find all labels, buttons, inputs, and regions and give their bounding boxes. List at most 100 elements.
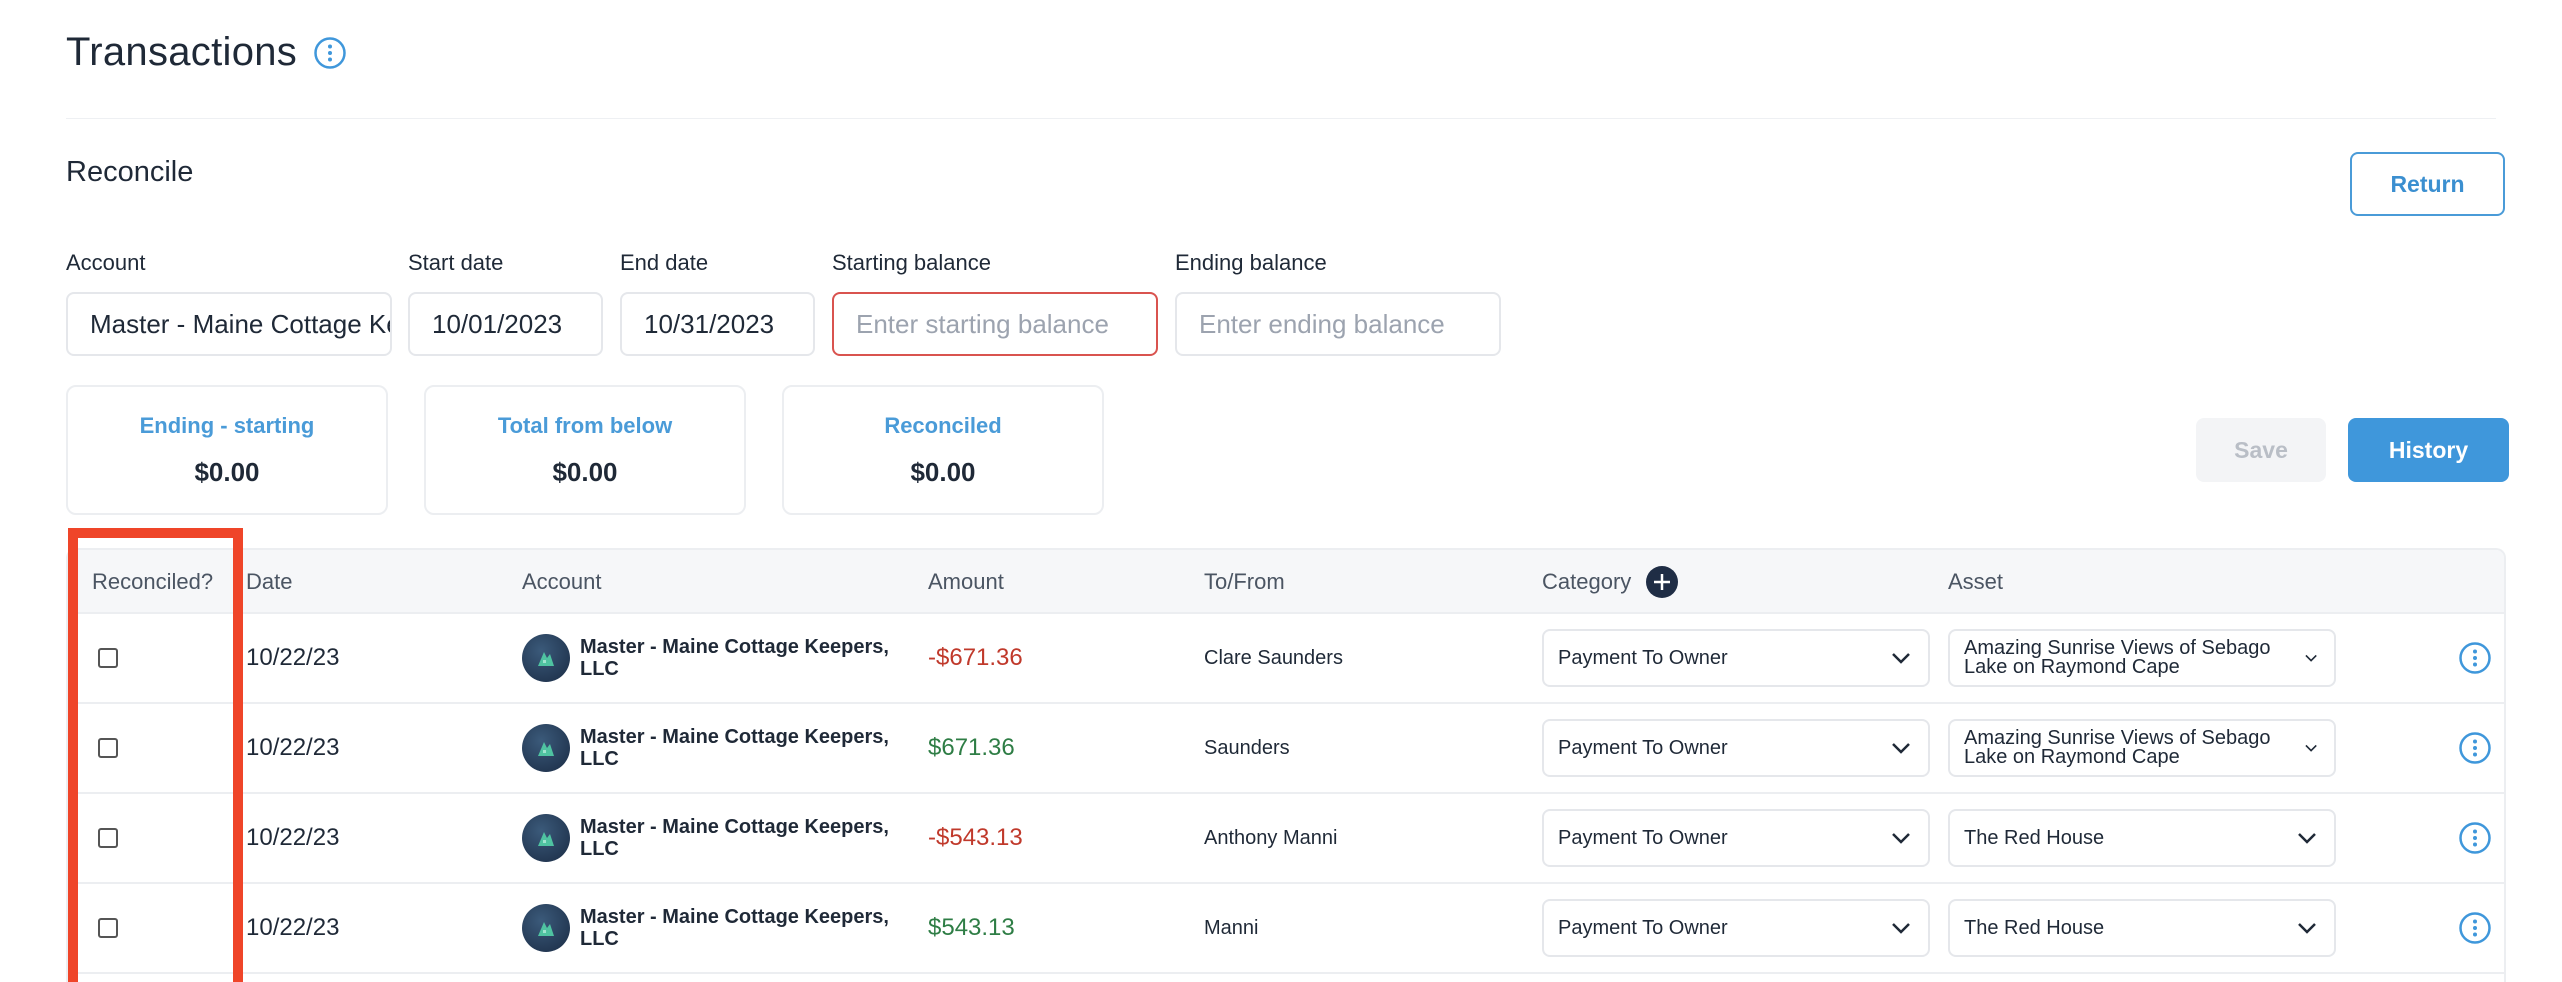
account-name: Master - Maine Cottage Keepers, LLC [580,636,889,680]
end-date-input[interactable]: 10/31/2023 [620,292,815,356]
amount-cell: $543.13 [928,914,1015,941]
reconciled-checkbox[interactable] [98,828,118,848]
starting-balance-input[interactable] [856,308,1134,340]
table-header: Reconciled? Date Account Amount To/From … [68,550,2504,614]
category-select[interactable]: Payment To Owner [1542,899,1930,957]
category-cell: Payment To Owner [1542,704,1930,792]
category-select[interactable]: Payment To Owner [1542,629,1930,687]
stat-label: Total from below [497,412,673,438]
reconciled-cell [98,884,118,972]
header-tofrom: To/From [1204,569,1285,594]
asset-select[interactable]: The Red House [1948,899,2336,957]
asset-cell: The Red House [1948,794,2336,882]
end-date-field: End date 10/31/2023 [620,250,815,356]
info-circle-icon[interactable] [313,36,347,70]
asset-cell: The Red House [1948,884,2336,972]
reconciled-checkbox[interactable] [98,918,118,938]
date-cell: 10/22/23 [246,914,340,941]
header-asset: Asset [1948,569,2004,594]
header-amount: Amount [928,569,1004,594]
stat-value: $0.00 [552,456,618,487]
row-menu-icon[interactable] [2458,704,2492,792]
end-date-value: 10/31/2023 [644,308,775,339]
header-reconciled: Reconciled? [92,569,214,594]
asset-value: Amazing Sunrise Views of Sebago Lake on … [1964,727,2271,768]
category-cell: Payment To Owner [1542,884,1930,972]
category-cell: Payment To Owner [1542,794,1930,882]
asset-value: The Red House [1964,826,2105,849]
transactions-table: Reconciled? Date Account Amount To/From … [66,548,2506,982]
chevron-down-icon [1892,833,1910,844]
reconciled-checkbox[interactable] [98,648,118,668]
category-cell: Payment To Owner [1542,614,1930,702]
row-menu-icon[interactable] [2458,794,2492,882]
date-cell: 10/22/23 [246,644,340,671]
tofrom-cell: Saunders [1204,736,1290,759]
section-title: Reconcile [66,156,194,188]
add-category-icon[interactable] [1645,565,1679,599]
reconciled-cell [98,704,118,792]
asset-select[interactable]: Amazing Sunrise Views of Sebago Lake on … [1948,719,2336,777]
chevron-down-icon [2305,744,2317,752]
row-menu-icon[interactable] [2458,614,2492,702]
return-button[interactable]: Return [2350,152,2505,216]
date-cell: 10/22/23 [246,824,340,851]
starting-balance-box [832,292,1158,356]
end-date-label: End date [620,250,709,275]
ending-balance-input[interactable] [1199,308,1477,340]
tofrom-cell: Manni [1204,916,1259,939]
tofrom-cell: Clare Saunders [1204,646,1343,669]
table-row: 10/22/23 Master - Maine Cottage Keepers,… [68,614,2504,704]
asset-value: Amazing Sunrise Views of Sebago Lake on … [1964,637,2271,678]
account-cell: Master - Maine Cottage Keepers, LLC [522,704,900,792]
category-select[interactable]: Payment To Owner [1542,719,1930,777]
stat-label: Ending - starting [139,412,315,438]
account-avatar-icon [522,724,570,772]
row-menu-icon[interactable] [2458,884,2492,972]
page-title: Transactions [66,30,298,74]
account-cell: Master - Maine Cottage Keepers, LLC [522,884,900,972]
chevron-down-icon [1892,923,1910,934]
stat-label: Reconciled [884,412,1002,438]
category-value: Payment To Owner [1558,736,1728,759]
category-value: Payment To Owner [1558,826,1728,849]
amount-cell: -$543.13 [928,824,1023,851]
start-date-value: 10/01/2023 [432,308,563,339]
asset-cell: Amazing Sunrise Views of Sebago Lake on … [1948,614,2336,702]
table-row: 10/22/23 Master - Maine Cottage Keepers,… [68,884,2504,974]
amount-cell: -$671.36 [928,644,1023,671]
header-category: Category [1542,569,1632,594]
category-select[interactable]: Payment To Owner [1542,809,1930,867]
history-button[interactable]: History [2348,418,2509,482]
save-button[interactable]: Save [2196,418,2326,482]
account-field: Account Master - Maine Cottage Keepers, … [66,250,392,356]
stat-card-reconciled: Reconciled $0.00 [782,385,1104,515]
ending-balance-field: Ending balance [1175,250,1501,356]
ending-balance-box [1175,292,1501,356]
reconciled-cell [98,614,118,702]
header-account: Account [522,569,602,594]
start-date-label: Start date [408,250,504,275]
reconciled-checkbox[interactable] [98,738,118,758]
start-date-field: Start date 10/01/2023 [408,250,603,356]
table-row: 10/22/23 Master - Maine Cottage Keepers,… [68,794,2504,884]
account-avatar-icon [522,904,570,952]
account-select[interactable]: Master - Maine Cottage Keepers, LLC [66,292,392,356]
account-avatar-icon [522,634,570,682]
chevron-down-icon [1892,653,1910,664]
asset-select[interactable]: Amazing Sunrise Views of Sebago Lake on … [1948,629,2336,687]
category-value: Payment To Owner [1558,646,1728,669]
starting-balance-field: Starting balance [832,250,1158,356]
header-category-wrap: Category [1542,550,1679,614]
stat-card-total-from-below: Total from below $0.00 [424,385,746,515]
stat-card-ending-starting: Ending - starting $0.00 [66,385,388,515]
asset-select[interactable]: The Red House [1948,809,2336,867]
start-date-input[interactable]: 10/01/2023 [408,292,603,356]
chevron-down-icon [1892,743,1910,754]
account-cell: Master - Maine Cottage Keepers, LLC [522,614,900,702]
account-cell: Master - Maine Cottage Keepers, LLC [522,794,900,882]
chevron-down-icon [2298,923,2316,934]
chevron-down-icon [2305,654,2317,662]
ending-balance-label: Ending balance [1175,250,1327,275]
tofrom-cell: Anthony Manni [1204,826,1338,849]
